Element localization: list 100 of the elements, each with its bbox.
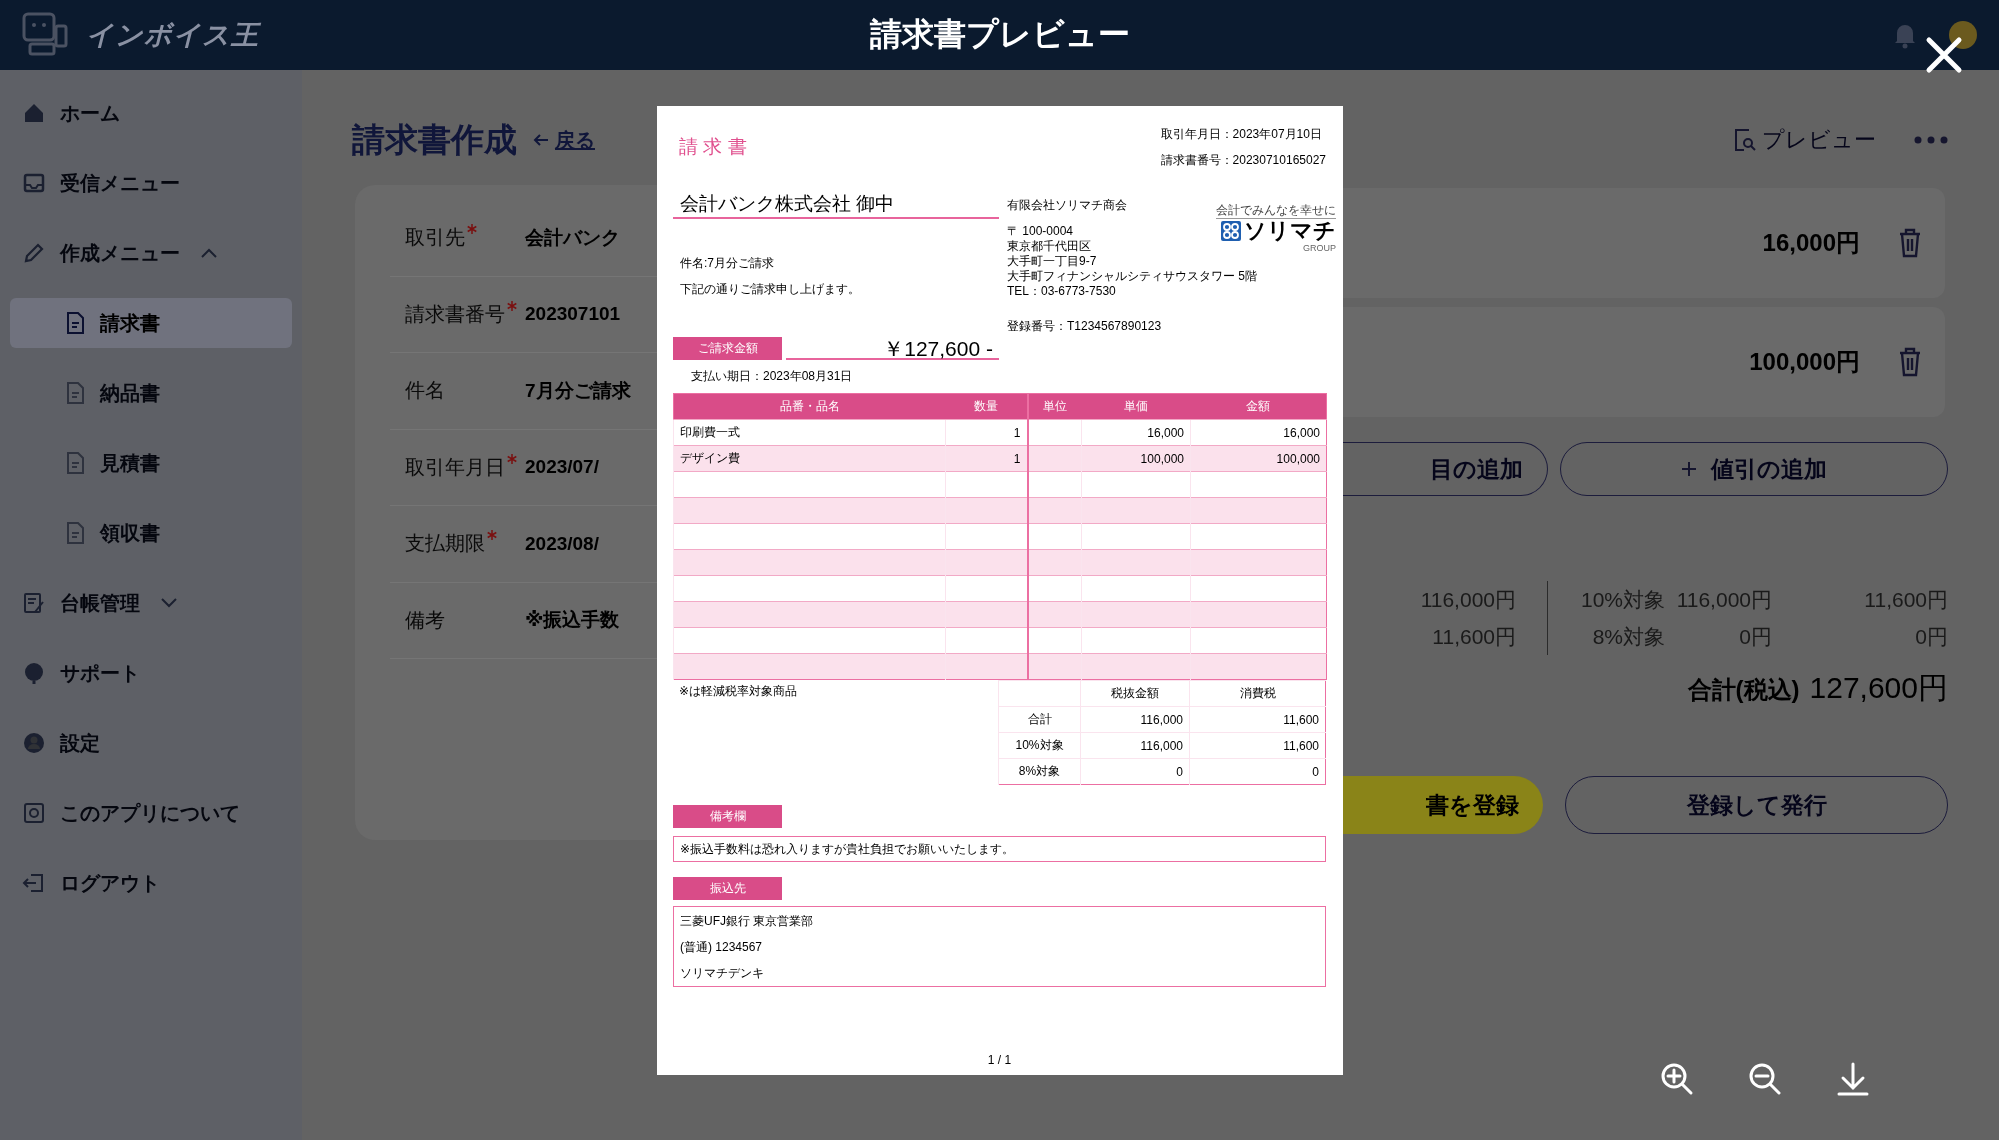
summary-value: 0円 <box>1914 623 1948 650</box>
sidebar-item[interactable]: 作成メニュー <box>0 218 302 288</box>
sender-name: 有限会社ソリマチ商会 <box>1007 198 1127 212</box>
download-icon[interactable] <box>1836 1062 1870 1096</box>
sidebar-item[interactable]: 請求書 <box>10 298 292 348</box>
invoice-number: 請求書番号：20230710165027 <box>1160 152 1326 168</box>
zoom-out-icon[interactable] <box>1748 1062 1782 1096</box>
recipient-name: 会計バンク株式会社 御中 <box>673 191 999 219</box>
total-label: 合計(税込) <box>1687 675 1800 705</box>
trash-icon[interactable] <box>1898 347 1922 377</box>
field-label: 支払期限 <box>405 531 485 557</box>
document-icon <box>64 521 86 545</box>
sidebar-item[interactable]: 納品書 <box>10 368 292 418</box>
sidebar-item[interactable]: 見積書 <box>10 438 292 488</box>
summary-value: 0円 <box>1738 623 1772 650</box>
table-cell: 116,000 <box>1080 732 1190 759</box>
table-cell: 11,600 <box>1189 732 1326 759</box>
sidebar-item[interactable]: 受信メニュー <box>0 148 302 218</box>
due-date: 支払い期日：2023年08月31日 <box>690 368 854 384</box>
chevron-up-icon <box>200 247 218 259</box>
more-icon[interactable] <box>1914 136 1948 144</box>
page-title: 請求書作成 <box>352 119 517 160</box>
table-cell: 0 <box>1189 758 1326 785</box>
gear-icon <box>22 801 46 825</box>
bank-line: ソリマチデンキ <box>680 965 765 982</box>
document-icon <box>64 381 86 405</box>
trash-icon[interactable] <box>1898 228 1922 258</box>
sidebar-item[interactable]: 領収書 <box>10 508 292 558</box>
logout-icon <box>22 871 46 895</box>
amount-total: ￥127,600 - <box>786 337 999 360</box>
table-cell: 8%対象 <box>998 758 1081 785</box>
avatar[interactable] <box>1949 21 1977 49</box>
remarks-box: ※振込手数料は恐れ入りますが貴社負担でお願いいたします。 <box>673 836 1326 862</box>
table-cell: 1 <box>945 445 1028 472</box>
amount-label: ご請求金額 <box>673 337 782 360</box>
section-label: 備考欄 <box>673 805 782 828</box>
field-value: ※振込手数 <box>525 608 620 633</box>
plus-icon <box>1681 461 1697 477</box>
sidebar-item[interactable]: ホーム <box>0 78 302 148</box>
column-header: 税抜金額 <box>1080 680 1190 707</box>
page-number: 1 / 1 <box>987 1053 1012 1067</box>
table-cell: 11,600 <box>1189 706 1326 733</box>
zoom-in-icon[interactable] <box>1660 1062 1694 1096</box>
tax-rate-label: 10%対象 <box>1579 586 1665 613</box>
field-label: 備考 <box>405 607 445 633</box>
sidebar-item[interactable]: ログアウト <box>0 848 302 918</box>
sidebar-item[interactable]: 設定 <box>0 708 302 778</box>
chevron-down-icon <box>160 597 178 609</box>
bank-line: (普通) 1234567 <box>680 939 764 956</box>
table-cell: 0 <box>1080 758 1190 785</box>
field-value: 2023/07/ <box>525 456 599 479</box>
close-icon[interactable] <box>1925 36 1963 74</box>
total-value: 127,600円 <box>1809 670 1948 706</box>
column-header: 単価 <box>1081 393 1191 420</box>
field-label: 請求書番号 <box>405 301 505 327</box>
table-cell: デザイン費 <box>673 445 946 472</box>
logo-mark-icon <box>1221 221 1241 241</box>
register-button[interactable]: 書を登録 <box>1343 776 1543 834</box>
section-label: 振込先 <box>673 877 782 900</box>
address-line: 大手町一丁目9-7 <box>1007 254 1097 269</box>
column-header: 数量 <box>945 393 1028 420</box>
preview-icon <box>1734 128 1756 152</box>
greeting-text: 下記の通りご請求申し上げます。 <box>679 281 861 297</box>
sidebar-item[interactable]: このアプリについて <box>0 778 302 848</box>
summary-value: 11,600円 <box>1432 625 1516 648</box>
bank-line: 三菱UFJ銀行 東京営業部 <box>680 913 815 930</box>
item-amount: 100,000円 <box>1749 347 1860 377</box>
document-title: 請 求 書 <box>678 135 747 159</box>
tax-rate-label: 8%対象 <box>1591 623 1665 650</box>
address-line: 大手町フィナンシャルシティサウスタワー 5階 <box>1007 269 1257 284</box>
field-value: 202307101 <box>525 303 621 326</box>
column-header: 金額 <box>1190 393 1327 420</box>
back-link[interactable]: 戻る <box>533 126 595 154</box>
preview-button[interactable]: プレビュー <box>1734 125 1876 155</box>
footnote: ※は軽減税率対象商品 <box>678 683 799 700</box>
document-icon <box>64 311 86 335</box>
home-icon <box>22 101 46 125</box>
column-header: 消費税 <box>1189 680 1326 707</box>
column-header: 品番・品名 <box>673 393 946 420</box>
summary-value: 116,000円 <box>1420 588 1516 611</box>
column-header: 単位 <box>1027 393 1082 420</box>
ledger-icon <box>22 591 46 615</box>
field-label: 件名 <box>405 378 445 404</box>
pencil-icon <box>22 241 46 265</box>
field-value: 2023/08/ <box>525 532 599 555</box>
field-value: 会計バンク <box>525 225 620 250</box>
inbox-icon <box>22 171 46 195</box>
logo-tagline: 会計でみんなを幸せに <box>1216 203 1336 219</box>
window-title: 請求書プレビュー <box>868 15 1131 54</box>
table-cell: 100,000 <box>1190 445 1327 472</box>
sidebar-item[interactable]: 台帳管理 <box>0 568 302 638</box>
summary-value: 116,000円 <box>1675 586 1772 613</box>
app-logo: インボイス王 <box>86 19 259 52</box>
sidebar-item[interactable]: サポート <box>0 638 302 708</box>
subject-text: 件名:7月分ご請求 <box>679 255 775 271</box>
field-label: 取引先 <box>405 225 465 251</box>
user-icon <box>22 731 46 755</box>
table-cell: 合計 <box>998 706 1081 733</box>
registration-number: 登録番号：T1234567890123 <box>1007 319 1162 334</box>
address-line: 東京都千代田区 <box>1007 239 1091 254</box>
